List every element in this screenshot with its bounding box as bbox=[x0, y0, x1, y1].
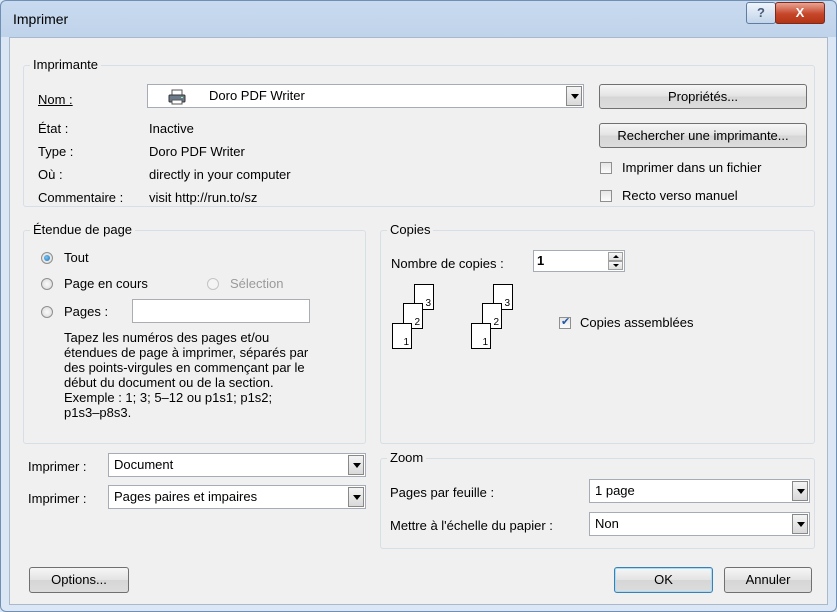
print-what-label: Imprimer : bbox=[28, 459, 87, 474]
spinner-buttons bbox=[608, 252, 623, 270]
printer-select[interactable]: Doro PDF Writer bbox=[147, 84, 584, 108]
manual-duplex-checkbox[interactable] bbox=[600, 190, 612, 202]
page-number: 3 bbox=[504, 298, 510, 309]
page-number: 3 bbox=[425, 298, 431, 309]
range-selection-radio bbox=[207, 278, 219, 290]
zoom-group-label: Zoom bbox=[387, 450, 427, 465]
chevron-down-icon[interactable] bbox=[792, 514, 808, 534]
page-number: 1 bbox=[482, 337, 488, 348]
page-sheet: 1 bbox=[471, 323, 491, 349]
dialog-client-area: Imprimante Nom : Doro PDF Writer Proprié… bbox=[9, 37, 828, 605]
range-all-label[interactable]: Tout bbox=[64, 250, 89, 265]
printer-type-label: Type : bbox=[38, 144, 74, 159]
printer-select-value: Doro PDF Writer bbox=[209, 88, 305, 103]
scale-to-paper-value: Non bbox=[595, 516, 619, 531]
pages-per-sheet-value: 1 page bbox=[595, 483, 635, 498]
print-to-file-checkbox[interactable] bbox=[600, 162, 612, 174]
scale-to-paper-label: Mettre à l'échelle du papier : bbox=[390, 518, 553, 533]
spin-down-icon[interactable] bbox=[608, 261, 623, 270]
spin-up-icon[interactable] bbox=[608, 252, 623, 261]
help-line: Tapez les numéros des pages et/ou bbox=[64, 330, 270, 345]
printer-where-label: Où : bbox=[38, 167, 63, 182]
print-what-select[interactable]: Document bbox=[108, 453, 366, 477]
properties-button[interactable]: Propriétés... bbox=[599, 84, 807, 109]
scale-to-paper-select[interactable]: Non bbox=[589, 512, 810, 536]
help-line: Exemple : 1; 3; 5–12 ou p1s1; p1s2; bbox=[64, 390, 273, 405]
range-pages-label[interactable]: Pages : bbox=[64, 304, 108, 319]
print-pages-label: Imprimer : bbox=[28, 491, 87, 506]
copies-count-label-text: Nombre de copies : bbox=[391, 256, 504, 271]
copies-count-spinner[interactable]: 1 bbox=[533, 250, 625, 272]
collate-label[interactable]: Copies assemblées bbox=[580, 315, 693, 330]
chevron-down-icon[interactable] bbox=[348, 455, 364, 475]
page-range-help-text: Tapez les numéros des pages et/ou étendu… bbox=[64, 330, 364, 420]
range-current-page-radio[interactable] bbox=[41, 278, 53, 290]
pages-per-sheet-label: Pages par feuille : bbox=[390, 485, 495, 500]
options-button-label: Options... bbox=[51, 572, 107, 587]
printer-name-label: Nom : bbox=[38, 92, 73, 107]
print-pages-value: Pages paires et impaires bbox=[114, 489, 258, 504]
printer-icon bbox=[168, 89, 186, 108]
printer-where-value: directly in your computer bbox=[149, 167, 291, 182]
page-number: 1 bbox=[403, 337, 409, 348]
page-sheet: 1 bbox=[392, 323, 412, 349]
find-printer-button-label: Rechercher une imprimante... bbox=[617, 128, 789, 143]
range-current-page-label[interactable]: Page en cours bbox=[64, 276, 148, 291]
window-title: Imprimer bbox=[13, 11, 69, 27]
help-button[interactable]: ? bbox=[746, 2, 776, 24]
range-pages-radio[interactable] bbox=[41, 306, 53, 318]
printer-group-label: Imprimante bbox=[30, 57, 102, 72]
print-what-value: Document bbox=[114, 457, 174, 472]
collate-illustration-set-1: 3 2 1 bbox=[390, 282, 440, 358]
page-number: 2 bbox=[414, 317, 420, 328]
help-line: des points-virgules en commençant par le bbox=[64, 360, 305, 375]
print-to-file-label[interactable]: Imprimer dans un fichier bbox=[622, 160, 761, 175]
properties-button-label: Propriétés... bbox=[667, 89, 739, 104]
cancel-button-label: Annuler bbox=[745, 572, 791, 587]
range-selection-label: Sélection bbox=[230, 276, 284, 291]
chevron-down-icon[interactable] bbox=[566, 86, 582, 106]
collate-illustration-set-2: 3 2 1 bbox=[469, 282, 519, 358]
printer-type-value: Doro PDF Writer bbox=[149, 144, 245, 159]
find-printer-button[interactable]: Rechercher une imprimante... bbox=[599, 123, 807, 148]
chevron-down-icon[interactable] bbox=[792, 481, 808, 501]
printer-comment-value: visit http://run.to/sz bbox=[149, 190, 258, 205]
ok-button-label: OK bbox=[654, 572, 673, 587]
copies-count-value: 1 bbox=[537, 253, 545, 268]
collate-checkbox[interactable] bbox=[559, 315, 571, 329]
chevron-down-icon[interactable] bbox=[348, 487, 364, 507]
print-pages-select[interactable]: Pages paires et impaires bbox=[108, 485, 366, 509]
printer-state-label: État : bbox=[38, 121, 69, 136]
options-button[interactable]: Options... bbox=[29, 567, 129, 593]
manual-duplex-label[interactable]: Recto verso manuel bbox=[622, 188, 738, 203]
pages-per-sheet-select[interactable]: 1 page bbox=[589, 479, 810, 503]
help-line: p1s3–p8s3. bbox=[64, 405, 132, 420]
help-line: étendues de page à imprimer, séparés par bbox=[64, 345, 309, 360]
title-bar[interactable]: Imprimer ? X bbox=[1, 1, 836, 37]
page-range-group-label: Étendue de page bbox=[30, 222, 136, 237]
ok-button[interactable]: OK bbox=[614, 567, 713, 593]
printer-state-value: Inactive bbox=[149, 121, 194, 136]
help-line: début du document ou de la section. bbox=[64, 375, 274, 390]
cancel-button[interactable]: Annuler bbox=[724, 567, 812, 593]
print-dialog: Imprimer ? X Imprimante Nom : Doro PDF W… bbox=[0, 0, 837, 612]
page-number: 2 bbox=[493, 317, 499, 328]
pages-input[interactable] bbox=[132, 299, 310, 323]
printer-comment-label: Commentaire : bbox=[38, 190, 124, 205]
close-button[interactable]: X bbox=[775, 2, 825, 24]
copies-count-label: Nombre de copies : bbox=[391, 256, 504, 271]
range-all-radio[interactable] bbox=[41, 252, 53, 264]
copies-group-label: Copies bbox=[387, 222, 434, 237]
